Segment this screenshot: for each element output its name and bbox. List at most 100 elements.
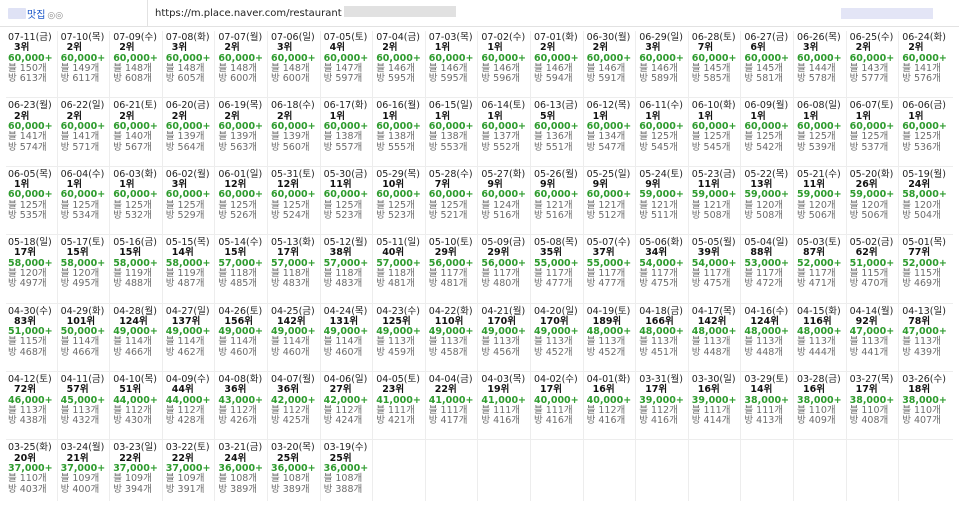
title-extra: ◎◎ <box>47 11 64 21</box>
day-cell: 07-05(토) 4위 60,000+ 블 147개 방 597개 <box>324 32 376 95</box>
day-visit-count: 방 487개 <box>165 278 205 290</box>
day-visit-count: 방 578개 <box>797 73 836 85</box>
day-cell: 05-25(일) 9위 60,000+ 블 121개 방 512개 <box>587 169 639 232</box>
row-divider <box>6 302 953 304</box>
day-cell: 05-01(목) 77위 52,000+ 블 115개 방 469개 <box>902 237 954 300</box>
day-cell: 06-04(수) 1위 60,000+ 블 125개 방 534개 <box>60 169 113 232</box>
day-visit-count: 방 516개 <box>481 209 521 221</box>
day-visit-count: 방 516개 <box>534 209 573 221</box>
day-cell: 05-03(토) 87위 52,000+ 블 117개 방 471개 <box>797 237 849 300</box>
day-cell: 04-13(일) 78위 47,000+ 블 113개 방 439개 <box>902 306 954 369</box>
day-cell: 06-10(화) 1위 60,000+ 블 125개 방 545개 <box>692 101 744 163</box>
day-cell: 03-22(토) 22위 37,000+ 블 109개 방 391개 <box>166 443 218 505</box>
day-cell: 05-22(목) 13위 59,000+ 블 120개 방 508개 <box>744 169 796 232</box>
day-visit-count: 방 472개 <box>744 278 784 290</box>
redacted-right <box>841 8 933 19</box>
day-visit-count: 방 560개 <box>271 141 310 153</box>
day-visit-count: 방 534개 <box>60 209 100 221</box>
day-visit-count: 방 413개 <box>744 415 784 427</box>
col-divider <box>740 31 742 502</box>
day-cell: 06-02(월) 3위 60,000+ 블 125개 방 529개 <box>165 169 218 232</box>
day-visit-count: 방 521개 <box>428 209 468 221</box>
day-cell: 04-21(월) 170위 49,000+ 블 113개 방 456개 <box>481 306 533 369</box>
day-visit-count: 방 475개 <box>639 278 678 290</box>
day-visit-count: 방 481개 <box>376 278 415 290</box>
redacted-name <box>8 8 26 19</box>
day-visit-count: 방 589개 <box>639 73 678 85</box>
day-cell: 03-25(화) 20위 37,000+ 블 110개 방 403개 <box>8 443 60 505</box>
day-visit-count: 방 557개 <box>323 141 363 153</box>
day-cell: 06-29(일) 3위 60,000+ 블 146개 방 589개 <box>639 32 691 95</box>
day-cell: 04-15(화) 116위 48,000+ 블 113개 방 444개 <box>797 306 849 369</box>
day-cell: 05-07(수) 37위 55,000+ 블 117개 방 477개 <box>586 237 639 300</box>
day-visit-count: 방 400개 <box>60 483 100 495</box>
day-visit-count: 방 477개 <box>534 278 573 290</box>
redacted-url <box>343 6 456 17</box>
day-visit-count: 방 529개 <box>165 209 205 221</box>
day-cell: 05-31(토) 12위 60,000+ 블 125개 방 524개 <box>271 169 323 232</box>
day-visit-count: 방 452개 <box>534 346 573 358</box>
day-cell: 06-22(일) 2위 60,000+ 블 141개 방 571개 <box>61 101 113 163</box>
day-cell: 04-26(토) 156위 49,000+ 블 114개 방 460개 <box>218 306 270 369</box>
day-visit-count: 방 552개 <box>481 141 521 153</box>
day-cell: 06-23(월) 2위 60,000+ 블 141개 방 574개 <box>8 101 60 163</box>
day-visit-count: 방 439개 <box>902 346 941 358</box>
day-visit-count: 방 595개 <box>428 73 468 85</box>
day-visit-count: 방 471개 <box>797 278 836 290</box>
col-divider <box>582 31 584 502</box>
day-cell: 05-11(일) 40위 57,000+ 블 118개 방 481개 <box>376 237 428 300</box>
page-title[interactable]: 맛집 <box>27 10 45 21</box>
day-cell: 04-25(금) 142위 49,000+ 블 114개 방 460개 <box>271 306 323 369</box>
day-cell: 06-26(목) 3위 60,000+ 블 144개 방 578개 <box>797 32 849 95</box>
day-cell: 05-05(월) 39위 54,000+ 블 117개 방 475개 <box>692 237 744 300</box>
day-visit-count: 방 424개 <box>323 415 363 427</box>
day-visit-count: 방 488개 <box>113 278 152 290</box>
day-cell: 03-31(월) 17위 39,000+ 블 112개 방 416개 <box>639 374 691 437</box>
day-cell: 04-04(금) 22위 41,000+ 블 111개 방 417개 <box>429 374 481 437</box>
day-visit-count: 방 477개 <box>586 278 626 290</box>
day-visit-count: 방 595개 <box>376 73 415 85</box>
day-visit-count: 방 577개 <box>849 73 889 85</box>
day-visit-count: 방 428개 <box>165 415 205 427</box>
day-visit-count: 방 408개 <box>849 415 889 427</box>
day-cell: 03-23(일) 22위 37,000+ 블 109개 방 394개 <box>113 443 165 505</box>
col-divider <box>109 31 111 502</box>
day-visit-count: 방 430개 <box>113 415 152 427</box>
day-cell: 06-19(목) 2위 60,000+ 블 139개 방 563개 <box>218 101 270 163</box>
day-visit-count: 방 495개 <box>60 278 100 290</box>
day-cell: 05-26(월) 9위 60,000+ 블 121개 방 516개 <box>534 169 586 232</box>
day-cell: 05-23(금) 11위 59,000+ 블 121개 방 508개 <box>692 169 744 232</box>
day-cell: 05-09(금) 29위 56,000+ 블 117개 방 480개 <box>481 237 533 300</box>
day-cell: 04-09(수) 44위 44,000+ 블 112개 방 428개 <box>165 374 218 437</box>
day-visit-count: 방 416개 <box>534 415 573 427</box>
day-cell: 06-11(수) 1위 60,000+ 블 125개 방 545개 <box>639 101 691 163</box>
col-divider <box>161 31 163 502</box>
day-visit-count: 방 468개 <box>8 346 47 358</box>
col-divider <box>319 31 321 502</box>
day-visit-count: 방 571개 <box>60 141 100 153</box>
day-cell: 06-14(토) 1위 60,000+ 블 137개 방 552개 <box>481 101 533 163</box>
col-divider <box>424 31 426 502</box>
day-cell: 04-22(화) 110위 49,000+ 블 113개 방 458개 <box>429 306 481 369</box>
day-visit-count: 방 391개 <box>165 483 205 495</box>
day-cell: 05-13(화) 17위 57,000+ 블 118개 방 483개 <box>271 237 323 300</box>
day-visit-count: 방 441개 <box>849 346 889 358</box>
day-visit-count: 방 523개 <box>323 209 363 221</box>
col-divider <box>214 31 216 502</box>
day-cell: 03-21(금) 24위 36,000+ 블 108개 방 389개 <box>218 443 270 505</box>
day-visit-count: 방 532개 <box>113 209 152 221</box>
day-cell: 04-07(월) 36위 42,000+ 블 112개 방 425개 <box>271 374 323 437</box>
day-cell: 04-10(목) 51위 44,000+ 블 112개 방 430개 <box>113 374 165 437</box>
day-cell: 06-08(일) 1위 60,000+ 블 125개 방 539개 <box>797 101 849 163</box>
day-visit-count: 방 451개 <box>639 346 678 358</box>
day-cell: 06-21(토) 2위 60,000+ 블 140개 방 567개 <box>113 101 165 163</box>
day-visit-count: 방 459개 <box>376 346 415 358</box>
day-visit-count: 방 542개 <box>744 141 784 153</box>
url-text[interactable]: https://m.place.naver.com/restaurant <box>155 8 342 19</box>
day-cell: 05-29(목) 10위 60,000+ 블 125개 방 523개 <box>376 169 428 232</box>
day-visit-count: 방 460개 <box>218 346 258 358</box>
day-visit-count: 방 452개 <box>586 346 626 358</box>
day-visit-count: 방 613개 <box>8 73 47 85</box>
day-visit-count: 방 585개 <box>691 73 731 85</box>
day-cell: 07-01(화) 2위 60,000+ 블 146개 방 594개 <box>534 32 586 95</box>
